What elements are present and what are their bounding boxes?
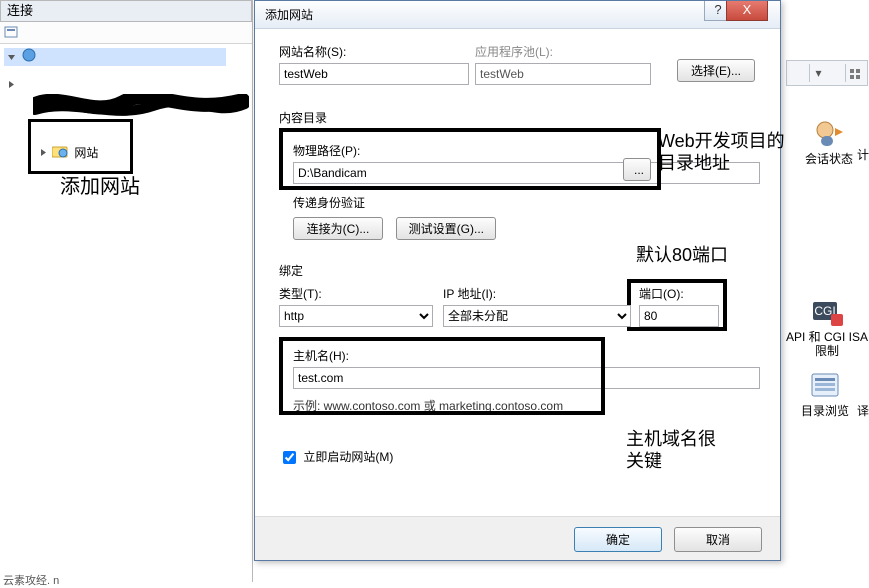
hostname-example: 示例: www.contoso.com 或 marketing.contoso.… — [293, 397, 760, 414]
dialog-title: 添加网站 — [265, 8, 313, 22]
start-immediately-checkbox[interactable] — [283, 451, 296, 464]
annotation-add-site: 添加网站 — [60, 170, 140, 199]
feature-label: 会话状态 — [805, 152, 853, 166]
physical-path-label: 物理路径(P): — [293, 142, 760, 159]
feature-directory-browsing[interactable]: 目录浏览 — [786, 370, 864, 418]
feature-label: 目录浏览 — [801, 404, 849, 418]
start-immediately-label: 立即启动网站(M) — [303, 450, 393, 464]
app-pool-input — [475, 63, 651, 85]
sites-folder-icon — [52, 145, 68, 163]
connections-header: 连接 — [0, 0, 252, 22]
feature-label: API 和 CGI ISA限制 — [786, 330, 868, 358]
redaction-scribble — [33, 94, 249, 118]
test-settings-button[interactable]: 测试设置(G)... — [396, 217, 496, 240]
view-dropdown-2[interactable] — [845, 64, 863, 82]
feature-ji-partial: 计 — [856, 148, 869, 162]
status-bar-text: 云素攻经. n — [3, 572, 59, 588]
view-toolbar[interactable]: ▾ — [786, 60, 868, 86]
app-pool-label: 应用程序池(L): — [475, 43, 651, 60]
tree-sites-label: 网站 — [74, 146, 98, 160]
dialog-footer: 确定 取消 — [255, 516, 780, 560]
hostname-label: 主机名(H): — [293, 347, 760, 364]
expander-icon[interactable] — [6, 51, 17, 62]
hostname-input[interactable] — [293, 367, 760, 389]
physical-path-input[interactable] — [293, 162, 760, 184]
view-dropdown-1[interactable]: ▾ — [809, 64, 827, 82]
new-connection-icon — [4, 24, 20, 40]
feature-yi-partial: 译 — [856, 404, 869, 418]
tree-sites-node[interactable]: 网站 — [36, 144, 98, 162]
dialog-body: 网站名称(S): 应用程序池(L): 选择(E)... 内容目录 物理路径(P)… — [255, 29, 780, 516]
passthrough-auth-label: 传递身份验证 — [293, 194, 760, 211]
start-immediately-row[interactable]: 立即启动网站(M) — [279, 448, 760, 467]
connections-tree[interactable]: 网站 — [0, 44, 252, 94]
site-name-input[interactable] — [279, 63, 469, 85]
ok-button[interactable]: 确定 — [574, 527, 662, 552]
browse-path-button[interactable]: ... — [623, 158, 651, 181]
expander-icon[interactable] — [6, 79, 17, 90]
select-app-pool-button[interactable]: 选择(E)... — [677, 59, 755, 82]
add-website-dialog: 添加网站 ? X 网站名称(S): 应用程序池(L): 选择(E)... 内容目… — [254, 0, 781, 561]
dialog-titlebar[interactable]: 添加网站 ? X — [255, 1, 780, 29]
dialog-close-button[interactable]: X — [726, 1, 768, 21]
binding-type-label: 类型(T): — [279, 285, 433, 302]
content-group-label: 内容目录 — [279, 109, 760, 126]
feature-cgi-isapi[interactable]: CGI API 和 CGI ISA限制 — [784, 296, 869, 358]
connections-toolbar[interactable] — [0, 22, 252, 44]
binding-group-label: 绑定 — [279, 262, 760, 279]
server-icon — [22, 48, 38, 67]
binding-type-select[interactable]: http — [279, 305, 433, 327]
binding-port-label: 端口(O): — [639, 285, 719, 302]
binding-ip-label: IP 地址(I): — [443, 285, 631, 302]
connections-panel: 连接 网站 添加网站 — [0, 0, 253, 582]
binding-ip-select[interactable]: 全部未分配 — [443, 305, 631, 327]
cancel-button[interactable]: 取消 — [674, 527, 762, 552]
binding-port-input[interactable] — [639, 305, 719, 327]
connect-as-button[interactable]: 连接为(C)... — [293, 217, 383, 240]
tree-server-node[interactable] — [4, 48, 226, 66]
tree-app-pools-node[interactable] — [4, 76, 252, 94]
site-name-label: 网站名称(S): — [279, 43, 469, 60]
expander-icon[interactable] — [38, 147, 49, 158]
